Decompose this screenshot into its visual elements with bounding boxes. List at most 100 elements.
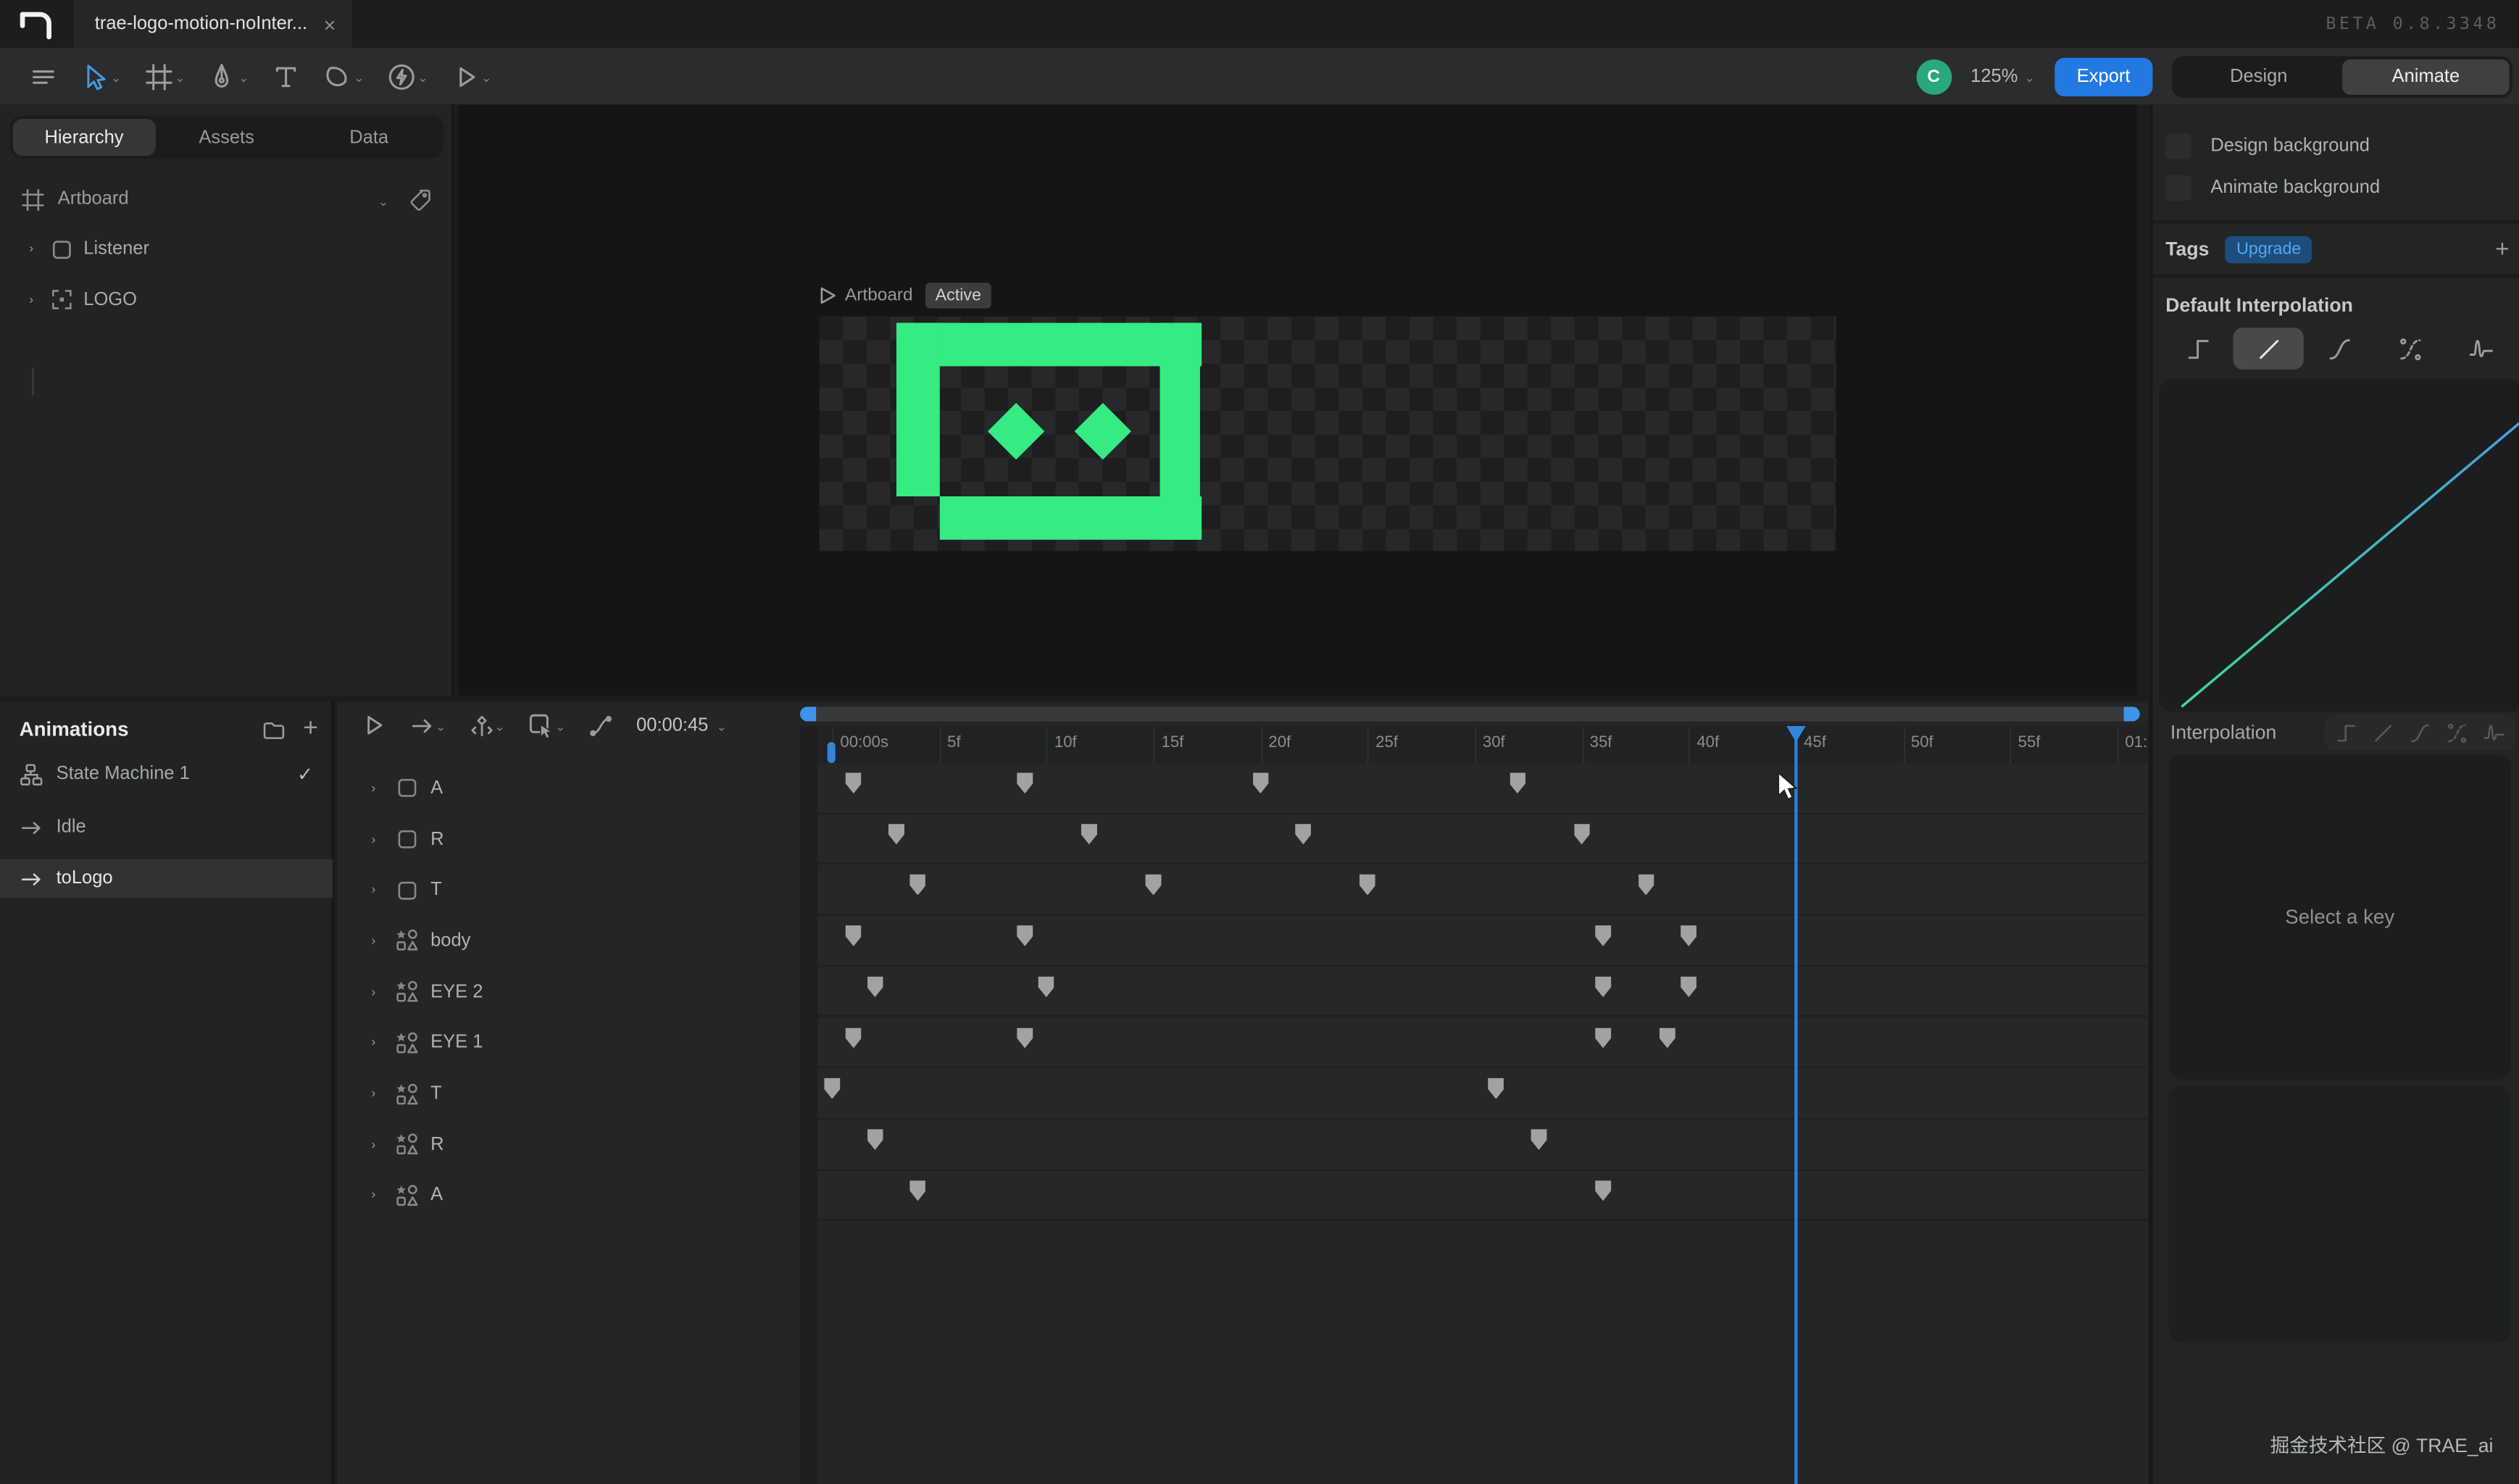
keyframe[interactable] (1638, 875, 1654, 896)
keyframe[interactable] (909, 875, 925, 896)
chevron-down-icon[interactable]: ⌄ (417, 71, 428, 86)
upgrade-badge[interactable]: Upgrade (2226, 235, 2312, 263)
interp-bezier-button[interactable] (2439, 717, 2476, 749)
key-row[interactable] (817, 865, 2148, 916)
expand-chevron-icon[interactable]: › (21, 238, 42, 259)
track-t[interactable]: ›T (363, 865, 442, 916)
keyframe[interactable] (1595, 1027, 1611, 1049)
checkbox[interactable] (2165, 133, 2191, 159)
keyframe[interactable] (1573, 824, 1589, 845)
avatar[interactable]: C (1916, 59, 1952, 94)
interp-linear-button[interactable] (2365, 717, 2402, 749)
play-tool-tool[interactable]: ⌄ (441, 55, 502, 97)
interp-ease-button[interactable] (2304, 328, 2375, 370)
keyframe[interactable] (1681, 925, 1696, 946)
keyframe[interactable] (824, 1078, 840, 1099)
menu-tool[interactable] (20, 55, 68, 97)
interp-bezier-button[interactable] (2374, 328, 2445, 370)
key-row[interactable] (817, 1017, 2148, 1068)
expand-chevron-icon[interactable]: › (363, 880, 384, 901)
interpolation-graph[interactable] (2159, 379, 2519, 712)
keyframe[interactable] (1360, 875, 1375, 896)
timeline-scrollbar[interactable] (800, 706, 2140, 721)
key-row[interactable] (817, 916, 2148, 967)
rive-logo-icon[interactable] (16, 7, 54, 42)
key-row[interactable] (817, 967, 2148, 1017)
interp-hold-button[interactable] (2162, 328, 2233, 370)
interp-spring-button[interactable] (2476, 717, 2512, 749)
logo-bottom-bar[interactable] (940, 496, 1201, 539)
hierarchy-item-logo[interactable]: ›LOGO (0, 282, 454, 317)
add-animation-button[interactable]: + (303, 714, 318, 743)
logo-top-bar[interactable] (896, 322, 1201, 366)
interp-ease-button[interactable] (2402, 717, 2439, 749)
track-eye-2[interactable]: ›EYE 2 (363, 967, 483, 1017)
key-row[interactable] (817, 814, 2148, 864)
keyframe[interactable] (867, 1129, 883, 1150)
keyframe[interactable] (846, 1027, 862, 1049)
track-a[interactable]: ›A (363, 1170, 443, 1221)
keyframe[interactable] (1145, 875, 1161, 896)
keyframe[interactable] (1017, 1027, 1033, 1049)
tab-animate[interactable]: Animate (2342, 59, 2510, 94)
pen-tool-tool[interactable]: ⌄ (199, 55, 259, 97)
timeline-ruler[interactable]: 00:00s5f10f15f20f25f30f35f40f45f50f55f01… (817, 726, 2148, 763)
zoom-control[interactable]: 125% ⌄ (1970, 67, 2035, 86)
select-frames-tool[interactable]: ⌄ (528, 712, 566, 739)
track-body[interactable]: ›body (363, 916, 470, 967)
chevron-down-icon[interactable]: ⌄ (378, 193, 389, 208)
keyframe[interactable] (909, 1180, 925, 1201)
artboard-play-icon[interactable] (820, 286, 837, 306)
keyframe[interactable] (1595, 976, 1611, 997)
add-tag-button[interactable]: + (2495, 235, 2509, 263)
keyframe[interactable] (1510, 772, 1525, 793)
current-time[interactable]: 00:00:45 ⌄ (636, 716, 727, 735)
expand-chevron-icon[interactable]: › (363, 1185, 384, 1206)
keyframe[interactable] (867, 976, 883, 997)
keyframe[interactable] (1681, 976, 1696, 997)
interp-spring-button[interactable] (2445, 328, 2516, 370)
animation-item-tologo[interactable]: toLogo (0, 859, 333, 898)
tab-data[interactable]: Data (298, 119, 441, 156)
track-t[interactable]: ›T (363, 1069, 442, 1120)
close-tab-icon[interactable]: × (323, 12, 336, 36)
interp-hold-button[interactable] (2328, 717, 2365, 749)
text-tool-tool[interactable] (262, 55, 311, 97)
chevron-down-icon[interactable]: ⌄ (481, 71, 492, 86)
keyframe[interactable] (1595, 925, 1611, 946)
document-tab[interactable]: trae-logo-motion-noInter... × (74, 0, 352, 49)
hierarchy-item-listener[interactable]: ›Listener (0, 231, 454, 267)
chevron-down-icon[interactable]: ⌄ (111, 71, 122, 86)
checkbox[interactable] (2165, 175, 2191, 201)
keyframe[interactable] (1660, 1027, 1675, 1049)
expand-chevron-icon[interactable]: › (363, 1135, 384, 1156)
transition-tool[interactable]: ⌄ (409, 712, 446, 738)
expand-chevron-icon[interactable]: › (363, 829, 384, 850)
canvas-viewport[interactable]: Artboard Active (458, 104, 2137, 696)
key-row[interactable] (817, 1170, 2148, 1221)
expand-chevron-icon[interactable]: › (363, 1033, 384, 1054)
track-eye-1[interactable]: ›EYE 1 (363, 1017, 483, 1068)
keyframe[interactable] (1295, 824, 1311, 845)
expand-chevron-icon[interactable]: › (21, 289, 42, 310)
keyframe[interactable] (1595, 1180, 1611, 1201)
range-start-marker[interactable] (828, 742, 836, 763)
key-row[interactable] (817, 763, 2148, 814)
keyframe[interactable] (1081, 824, 1097, 845)
tab-design[interactable]: Design (2176, 59, 2343, 94)
bolt-tool-tool[interactable]: ⌄ (378, 55, 438, 97)
chevron-down-icon[interactable]: ⌄ (175, 71, 186, 86)
track-r[interactable]: ›R (363, 814, 444, 864)
range-end-handle[interactable] (2124, 706, 2140, 721)
tag-icon[interactable] (408, 187, 432, 211)
key-row[interactable] (817, 1120, 2148, 1170)
range-start-handle[interactable] (800, 706, 816, 721)
expand-chevron-icon[interactable]: › (363, 1083, 384, 1104)
interp-linear-button[interactable] (2233, 328, 2304, 370)
keyframe-tool[interactable]: ⌄ (469, 712, 505, 738)
hierarchy-item-artboard[interactable]: Artboard ⌄ (0, 181, 454, 217)
keyframe[interactable] (1531, 1129, 1546, 1150)
track-a[interactable]: ›A (363, 763, 443, 814)
keyframe[interactable] (1488, 1078, 1504, 1099)
animation-item-state-machine-1[interactable]: State Machine 1✓ (0, 755, 333, 793)
